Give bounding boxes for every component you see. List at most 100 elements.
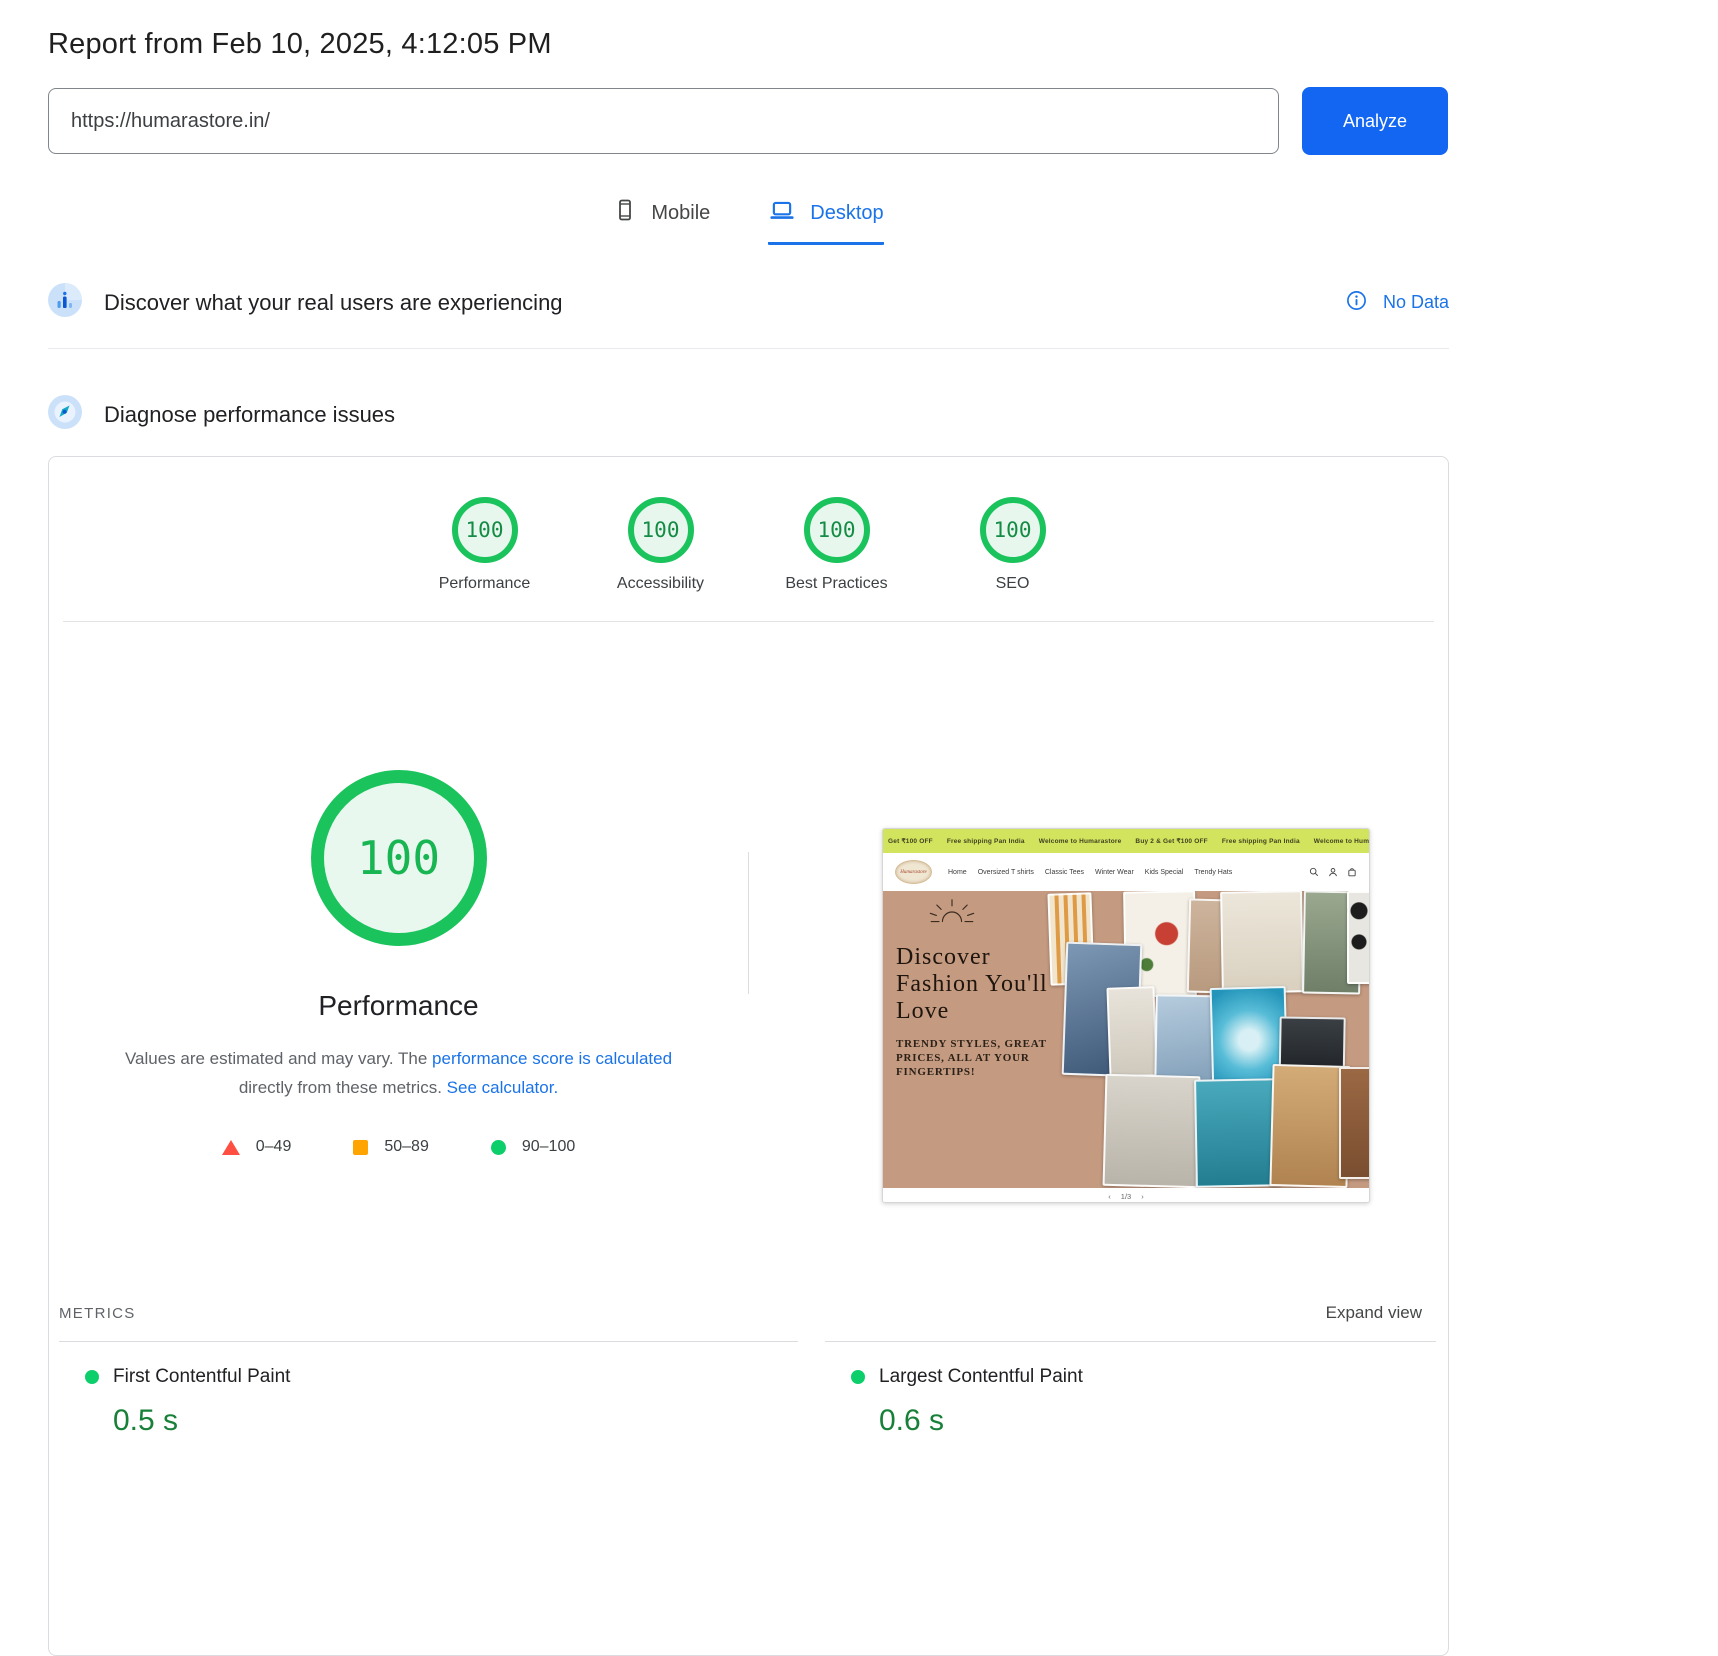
field-data-heading: Discover what your real users are experi…	[104, 290, 563, 316]
expand-view-button[interactable]: Expand view	[1326, 1303, 1422, 1323]
legend-range: 0–49	[256, 1138, 292, 1156]
metric-label: Largest Contentful Paint	[879, 1366, 1083, 1388]
url-input[interactable]	[48, 88, 1279, 154]
tab-desktop[interactable]: Desktop	[768, 197, 883, 245]
category-label: Performance	[425, 575, 545, 593]
announcement-item: Welcome to Humarastore	[1314, 838, 1369, 845]
performance-gauge: 100	[311, 770, 487, 946]
cart-bag-icon	[1347, 867, 1357, 877]
field-data-section: Discover what your real users are experi…	[48, 283, 1449, 322]
score-legend: 0–49 50–89 90–100	[222, 1138, 575, 1156]
tab-mobile[interactable]: Mobile	[613, 197, 710, 245]
score-value: 100	[818, 518, 856, 542]
mobile-phone-icon	[613, 197, 637, 229]
category-performance[interactable]: 100 Performance	[425, 497, 545, 593]
score-circle: 100	[628, 497, 694, 563]
store-navbar: Humarastore Home Oversized T shirts Clas…	[883, 853, 1369, 891]
green-metric-dot-icon	[85, 1370, 99, 1384]
score-value: 100	[466, 518, 504, 542]
metric-value: 0.6 s	[879, 1404, 1436, 1438]
category-accessibility[interactable]: 100 Accessibility	[601, 497, 721, 593]
collage-tile	[1220, 891, 1304, 994]
category-label: Accessibility	[601, 575, 721, 593]
category-seo[interactable]: 100 SEO	[953, 497, 1073, 593]
score-circle: 100	[804, 497, 870, 563]
metrics-grid: First Contentful Paint 0.5 s Largest Con…	[49, 1341, 1448, 1438]
collage-tile	[1106, 986, 1157, 1078]
laptop-icon	[768, 197, 796, 229]
divider	[48, 348, 1449, 349]
store-nav-item: Winter Wear	[1095, 869, 1134, 876]
legend-fail: 0–49	[222, 1138, 292, 1156]
announcement-item: Buy 2 & Get ₹100 OFF	[1135, 837, 1207, 845]
collage-tile	[1103, 1074, 1201, 1188]
analyze-button[interactable]: Analyze	[1302, 87, 1448, 155]
diagnose-heading: Diagnose performance issues	[104, 402, 395, 428]
red-triangle-icon	[222, 1140, 240, 1155]
category-best-practices[interactable]: 100 Best Practices	[777, 497, 897, 593]
no-data-link[interactable]: No Data	[1346, 290, 1449, 316]
green-metric-dot-icon	[851, 1370, 865, 1384]
store-logo: Humarastore	[895, 860, 932, 884]
gauge-label: Performance	[318, 990, 478, 1022]
analyze-row: Analyze	[48, 87, 1449, 155]
metric-largest-contentful-paint: Largest Contentful Paint 0.6 s	[825, 1341, 1436, 1438]
metric-value: 0.5 s	[113, 1404, 798, 1438]
store-nav-item: Oversized T shirts	[978, 869, 1034, 876]
legend-average: 50–89	[353, 1138, 429, 1156]
info-icon	[1346, 290, 1367, 316]
category-label: SEO	[953, 575, 1073, 593]
collage-tile	[1339, 1067, 1369, 1179]
announcement-item: Free shipping Pan India	[947, 838, 1025, 845]
announcement-item: Welcome to Humarastore	[1039, 838, 1122, 845]
orange-square-icon	[353, 1140, 368, 1155]
diagnose-section: Diagnose performance issues	[48, 395, 1449, 434]
site-screenshot-thumbnail: Get ₹100 OFF Free shipping Pan India Wel…	[882, 828, 1370, 1203]
page-title: Report from Feb 10, 2025, 4:12:05 PM	[48, 28, 1449, 61]
screenshot-column: Get ₹100 OFF Free shipping Pan India Wel…	[749, 622, 1448, 1203]
device-tabs: Mobile Desktop	[48, 197, 1449, 245]
store-nav-item: Trendy Hats	[1194, 869, 1232, 876]
announcement-bar: Get ₹100 OFF Free shipping Pan India Wel…	[883, 829, 1369, 853]
disclaimer-text: Values are estimated and may vary. The	[125, 1049, 432, 1068]
score-circle: 100	[452, 497, 518, 563]
announcement-item: Free shipping Pan India	[1222, 838, 1300, 845]
performance-gauge-column: 100 Performance Values are estimated and…	[49, 622, 748, 1203]
score-value: 100	[994, 518, 1032, 542]
collage-tile	[1347, 891, 1369, 984]
store-hero: Discover Fashion You'll Love TRENDY STYL…	[883, 891, 1369, 1188]
no-data-label: No Data	[1383, 292, 1449, 313]
account-icon	[1328, 867, 1338, 877]
tab-desktop-label: Desktop	[810, 202, 883, 225]
metrics-heading: METRICS	[59, 1305, 136, 1322]
collage-tile	[1194, 1078, 1280, 1187]
sunrise-icon	[926, 893, 1101, 936]
disclaimer-text: directly from these metrics.	[239, 1078, 447, 1097]
legend-pass: 90–100	[491, 1138, 575, 1156]
calc-explainer-link[interactable]: performance score is calculated	[432, 1049, 672, 1068]
category-scores: 100 Performance 100 Accessibility 100 Be…	[49, 457, 1448, 621]
screenshot-pagination: ‹ 1/3 ›	[883, 1188, 1369, 1203]
store-nav-icons	[1309, 867, 1357, 877]
page-indicator: 1/3	[1121, 1192, 1131, 1201]
store-nav-item: Kids Special	[1145, 869, 1184, 876]
legend-range: 50–89	[384, 1138, 429, 1156]
green-circle-icon	[491, 1140, 506, 1155]
store-nav-item: Classic Tees	[1045, 869, 1084, 876]
diagnose-compass-icon	[48, 395, 82, 434]
search-icon	[1309, 867, 1319, 877]
store-nav-links: Home Oversized T shirts Classic Tees Win…	[948, 869, 1232, 876]
score-circle: 100	[980, 497, 1046, 563]
store-nav-item: Home	[948, 869, 967, 876]
see-calculator-link[interactable]: See calculator.	[447, 1078, 559, 1097]
tab-mobile-label: Mobile	[651, 202, 710, 225]
announcement-item: Get ₹100 OFF	[888, 837, 933, 845]
category-label: Best Practices	[777, 575, 897, 593]
score-value: 100	[642, 518, 680, 542]
score-disclaimer: Values are estimated and may vary. The p…	[109, 1044, 689, 1102]
hero-text-block: Discover Fashion You'll Love TRENDY STYL…	[896, 893, 1101, 1079]
metric-label: First Contentful Paint	[113, 1366, 290, 1388]
next-arrow: ›	[1141, 1192, 1144, 1201]
prev-arrow: ‹	[1108, 1192, 1111, 1201]
legend-range: 90–100	[522, 1138, 575, 1156]
